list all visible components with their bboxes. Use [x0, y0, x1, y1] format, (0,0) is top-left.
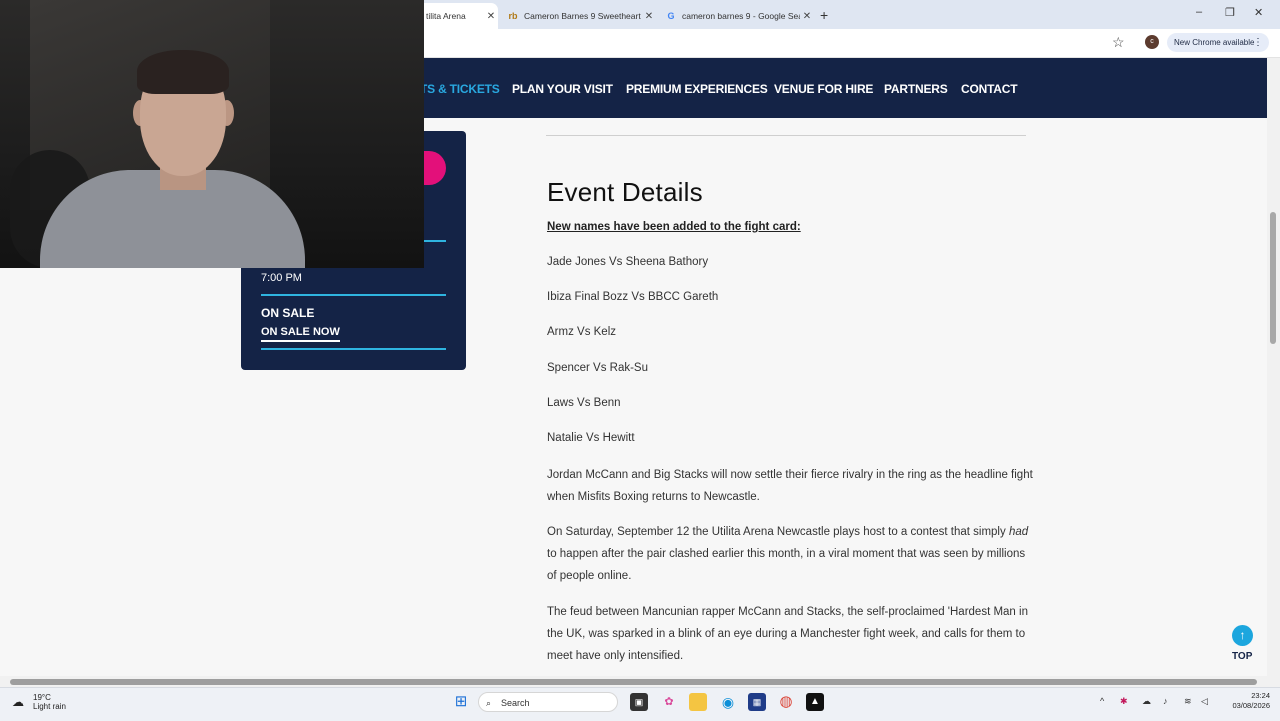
vertical-scrollbar[interactable]: [1267, 58, 1280, 681]
weather-desc: Light rain: [33, 702, 66, 711]
vertical-scroll-thumb[interactable]: [1270, 212, 1276, 344]
card-divider: [261, 294, 446, 296]
tab-google-search[interactable]: G cameron barnes 9 - Google Sea ✕: [658, 3, 814, 29]
restore-icon[interactable]: ❐: [1225, 6, 1235, 19]
favicon-icon: rb: [508, 11, 518, 21]
on-sale-now-link[interactable]: ON SALE NOW: [261, 326, 340, 342]
event-paragraph: The feud between Mancunian rapper McCann…: [547, 606, 1028, 662]
tab-cameron-barnes-sweetheart[interactable]: rb Cameron Barnes 9 Sweetheart ✕: [500, 3, 656, 29]
bookmark-star-icon[interactable]: ☆: [1112, 34, 1125, 51]
fight-item: Natalie Vs Hewitt: [547, 432, 635, 444]
tab-utilita-arena[interactable]: tilita Arena ✕: [418, 3, 498, 29]
nav-partners[interactable]: PARTNERS: [884, 82, 948, 96]
file-explorer-icon[interactable]: [689, 693, 707, 711]
slack-icon[interactable]: ✱: [1120, 696, 1128, 707]
search-icon: ⌕: [486, 698, 492, 708]
paragraph-text: to happen after the pair clashed earlier…: [547, 548, 1026, 582]
fight-item: Jade Jones Vs Sheena Bathory: [547, 256, 709, 268]
event-details-heading: Event Details: [547, 177, 703, 207]
show-hidden-icons-icon[interactable]: ^: [1100, 696, 1104, 706]
tab-title: cameron barnes 9 - Google Sea: [682, 11, 800, 21]
event-paragraph: Jordan McCann and Big Stacks will now se…: [547, 469, 1033, 503]
on-sale-heading: ON SALE: [261, 306, 315, 320]
wifi-icon[interactable]: ≋: [1184, 696, 1192, 707]
fight-card-subheading: New names have been added to the fight c…: [547, 221, 801, 233]
section-divider: [546, 135, 1026, 136]
event-paragraph: On Saturday, September 12 the Utilita Ar…: [547, 521, 1037, 587]
tab-title: tilita Arena: [426, 11, 466, 21]
fight-item: Laws Vs Benn: [547, 397, 621, 409]
horizontal-scroll-thumb[interactable]: [10, 679, 1257, 685]
app-icon[interactable]: ▲: [806, 693, 824, 711]
minimize-icon[interactable]: –: [1196, 6, 1202, 18]
nav-premium-experiences[interactable]: PREMIUM EXPERIENCES: [626, 82, 768, 96]
card-divider: [261, 348, 446, 350]
close-tab-icon[interactable]: ✕: [800, 11, 814, 22]
back-to-top-button[interactable]: ↑: [1232, 625, 1253, 646]
new-tab-icon[interactable]: +: [820, 7, 828, 23]
taskbar-search[interactable]: ⌕ Search: [478, 692, 618, 712]
webcam-overlay: [0, 0, 424, 268]
person-hair: [137, 50, 229, 94]
weather-cloud-icon: ☁: [12, 695, 24, 709]
weather-temp: 19°C: [33, 693, 51, 702]
nav-contact[interactable]: CONTACT: [961, 82, 1018, 96]
nav-events-tickets[interactable]: TS & TICKETS: [420, 82, 500, 96]
clock-date: 03/08/2026: [1232, 701, 1270, 710]
update-chrome-button[interactable]: New Chrome available ⋮: [1167, 33, 1269, 52]
clock-time: 23:24: [1251, 691, 1270, 700]
paragraph-emphasis: had: [1008, 526, 1029, 538]
fight-item: Spencer Vs Rak-Su: [547, 362, 648, 374]
update-chip-label: New Chrome available: [1174, 38, 1255, 47]
volume-icon[interactable]: ◁: [1201, 696, 1208, 707]
paragraph-text: On Saturday, September 12 the Utilita Ar…: [547, 526, 1009, 538]
close-tab-icon[interactable]: ✕: [642, 11, 656, 22]
close-tab-icon[interactable]: ✕: [484, 11, 498, 22]
nav-venue-for-hire[interactable]: VENUE FOR HIRE: [774, 82, 873, 96]
system-clock[interactable]: 23:24 03/08/2026: [1222, 691, 1270, 711]
taskbar-search-label: Search: [501, 698, 530, 708]
more-menu-icon[interactable]: ⋮: [1253, 33, 1263, 52]
fight-item: Ibiza Final Bozz Vs BBCC Gareth: [547, 291, 719, 303]
microphone-icon[interactable]: ♪: [1163, 696, 1168, 706]
weather-widget[interactable]: ☁ 19°C Light rain: [12, 693, 66, 711]
store-icon[interactable]: ▦: [748, 693, 766, 711]
copilot-icon[interactable]: ✿: [660, 693, 678, 711]
edge-icon[interactable]: ◉: [719, 693, 737, 711]
cloud-sync-icon[interactable]: ☁: [1142, 696, 1151, 707]
nav-plan-your-visit[interactable]: PLAN YOUR VISIT: [512, 82, 613, 96]
profile-avatar[interactable]: c: [1145, 35, 1159, 49]
close-window-icon[interactable]: ✕: [1254, 6, 1263, 19]
google-icon: G: [667, 11, 675, 21]
task-view-icon[interactable]: ▣: [630, 693, 648, 711]
tab-title: Cameron Barnes 9 Sweetheart: [524, 11, 641, 21]
fight-item: Armz Vs Kelz: [547, 326, 617, 338]
chrome-icon[interactable]: ◍: [777, 693, 795, 711]
event-time: 7:00 PM: [261, 272, 302, 284]
windows-start-icon[interactable]: ⊞: [452, 693, 470, 711]
back-to-top-label[interactable]: TOP: [1232, 651, 1252, 662]
